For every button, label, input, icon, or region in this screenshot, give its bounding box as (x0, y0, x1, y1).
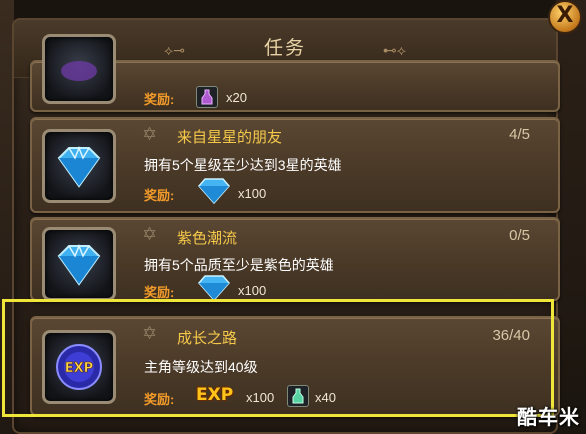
highlight-box (2, 299, 554, 417)
close-button[interactable]: X (548, 0, 582, 34)
chest-icon (61, 61, 97, 81)
star-badge-icon: ✡ (142, 224, 158, 244)
reward-amount: x100 (238, 283, 267, 298)
ornament-right-icon: ⊷⟡ (382, 42, 406, 58)
task-progress: 4/5 (509, 126, 530, 143)
task-description: 拥有5个品质至少是紫色的英雄 (144, 257, 334, 273)
diamond-icon (198, 275, 230, 302)
diamond-icon (198, 178, 230, 205)
diamond-icon (57, 243, 101, 286)
reward-amount: x100 (238, 186, 267, 201)
reward-amount: x20 (226, 90, 247, 105)
task-name: 紫色潮流 (177, 230, 238, 247)
task-icon-0 (42, 34, 116, 104)
reward-label: 奖励: (144, 92, 175, 107)
diamond-icon (57, 145, 101, 188)
task-card-0[interactable]: 奖励: x20 (30, 34, 560, 112)
task-card-2[interactable]: ✡ 紫色潮流 0/5 拥有5个品质至少是紫色的英雄 奖励: x100 (30, 217, 560, 302)
potion-icon (196, 86, 218, 108)
watermark: 酷车米 (517, 407, 580, 429)
task-icon-2 (42, 227, 116, 301)
task-description: 拥有5个星级至少达到3星的英雄 (144, 157, 342, 173)
task-icon-1 (42, 129, 116, 203)
background-right (556, 0, 586, 434)
task-name: 来自星星的朋友 (177, 129, 283, 146)
task-progress: 0/5 (509, 227, 530, 244)
reward-label: 奖励: (144, 188, 175, 203)
close-icon: X (556, 3, 574, 28)
task-card-1[interactable]: ✡ 来自星星的朋友 4/5 拥有5个星级至少达到3星的英雄 奖励: x100 (30, 117, 560, 213)
star-badge-icon: ✡ (142, 124, 158, 144)
